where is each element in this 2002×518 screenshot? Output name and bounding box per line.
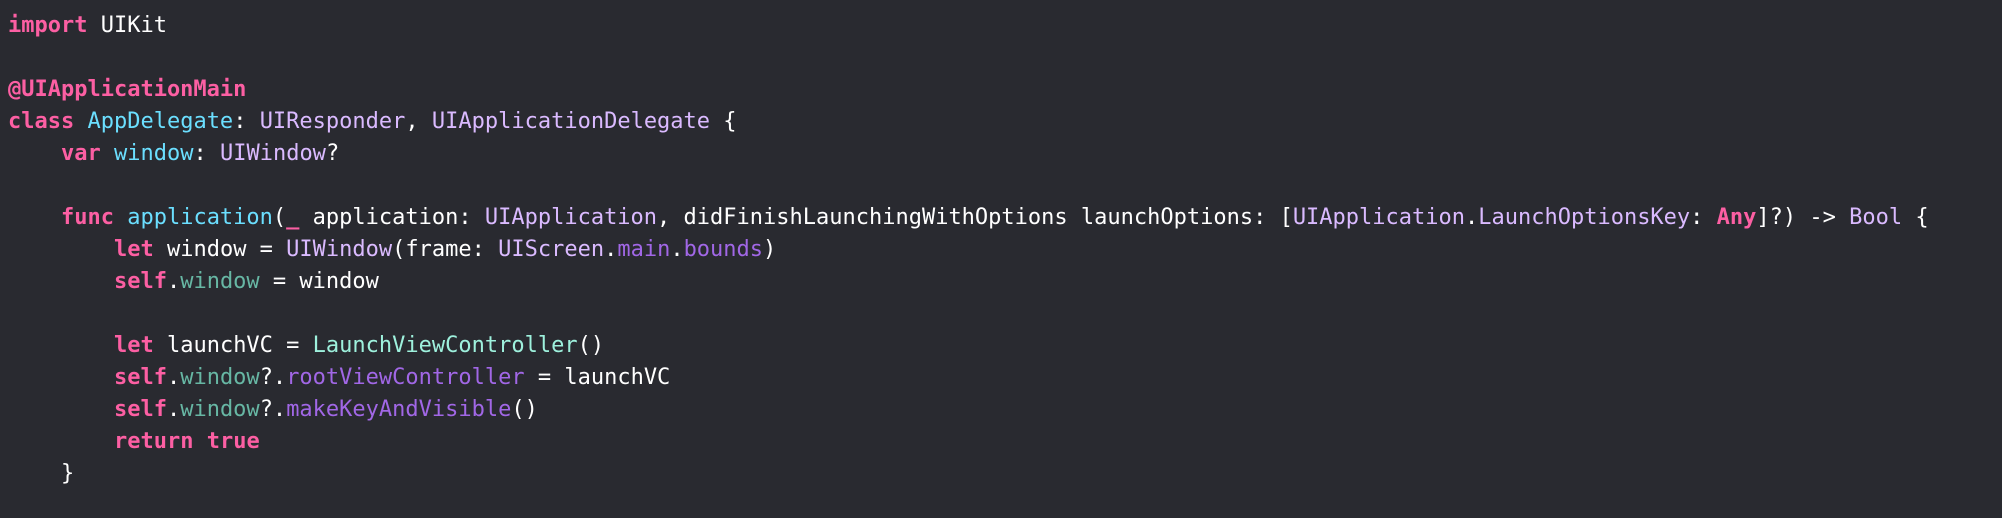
code-token: window bbox=[180, 397, 260, 422]
code-token: launchVC = bbox=[153, 333, 313, 358]
code-token: LaunchViewController bbox=[312, 333, 578, 358]
code-token: Any bbox=[1716, 205, 1757, 230]
code-token: UIApplicationDelegate bbox=[431, 109, 711, 134]
code-token: ) bbox=[763, 237, 777, 262]
code-line[interactable]: self.window?.makeKeyAndVisible() bbox=[8, 394, 2002, 426]
code-line[interactable]: class AppDelegate: UIResponder, UIApplic… bbox=[8, 106, 2002, 138]
code-token: self bbox=[113, 365, 167, 390]
code-token: () bbox=[511, 397, 538, 422]
code-token: () bbox=[577, 333, 605, 358]
code-token: UIApplication bbox=[1292, 205, 1465, 230]
code-token: ?. bbox=[259, 397, 287, 422]
code-token: (frame: bbox=[392, 237, 499, 262]
code-token: LaunchOptionsKey bbox=[1478, 205, 1691, 230]
code-token: func bbox=[60, 205, 114, 230]
code-token: UIScreen bbox=[498, 237, 605, 262]
code-token: UIWindow bbox=[219, 141, 326, 166]
code-token: window bbox=[113, 141, 194, 166]
code-line[interactable]: var window: UIWindow? bbox=[8, 138, 2002, 170]
code-token: window = bbox=[153, 237, 287, 262]
code-line[interactable]: self.window?.rootViewController = launch… bbox=[8, 362, 2002, 394]
code-token: let bbox=[113, 333, 154, 358]
code-token: ( bbox=[272, 205, 287, 230]
code-line[interactable]: let launchVC = LaunchViewController() bbox=[8, 330, 2002, 362]
code-token: class bbox=[8, 109, 75, 134]
code-token: AppDelegate bbox=[87, 109, 234, 134]
code-token: true bbox=[206, 429, 260, 454]
code-token: UIWindow bbox=[286, 237, 393, 262]
code-token: window bbox=[180, 269, 260, 294]
code-line[interactable] bbox=[8, 170, 2002, 202]
code-token: window bbox=[180, 365, 260, 390]
code-token: . bbox=[166, 397, 181, 422]
code-token: , didFinishLaunchingWithOptions launchOp… bbox=[657, 205, 1293, 230]
code-token: self bbox=[113, 397, 167, 422]
code-token: UIResponder bbox=[259, 109, 406, 134]
code-token: Bool bbox=[1849, 205, 1903, 230]
code-token: makeKeyAndVisible bbox=[286, 397, 512, 422]
code-token: main bbox=[617, 237, 671, 262]
code-token: . bbox=[166, 365, 181, 390]
code-token: . bbox=[1465, 205, 1479, 230]
code-line[interactable]: self.window = window bbox=[8, 266, 2002, 298]
code-token: bounds bbox=[683, 237, 764, 262]
code-token: { bbox=[710, 109, 737, 134]
code-token: { bbox=[1902, 205, 1929, 230]
code-token: ? bbox=[325, 141, 340, 166]
code-token: . bbox=[166, 269, 181, 294]
code-token: application bbox=[127, 205, 273, 230]
code-token: UIApplication bbox=[484, 205, 658, 230]
code-line[interactable] bbox=[8, 298, 2002, 330]
code-token: rootViewController bbox=[286, 365, 525, 390]
code-token: : bbox=[193, 141, 220, 166]
code-token: ]?) -> bbox=[1756, 205, 1850, 230]
code-token: @UIApplicationMain bbox=[8, 77, 247, 102]
code-token: self bbox=[113, 269, 167, 294]
code-token: import bbox=[8, 13, 88, 38]
code-token: _ bbox=[286, 205, 300, 230]
code-line[interactable]: func application(_ application: UIApplic… bbox=[8, 202, 2002, 234]
code-line[interactable]: } bbox=[8, 458, 2002, 490]
code-line[interactable]: let window = UIWindow(frame: UIScreen.ma… bbox=[8, 234, 2002, 266]
code-token: , bbox=[405, 109, 432, 134]
code-token: let bbox=[113, 237, 154, 262]
code-token: application: bbox=[299, 205, 485, 230]
code-line[interactable]: import UIKit bbox=[8, 10, 2002, 42]
code-token: . bbox=[670, 237, 684, 262]
code-token: var bbox=[60, 141, 101, 166]
code-token: return bbox=[113, 429, 194, 454]
code-editor[interactable]: import UIKit @UIApplicationMain class AppD… bbox=[0, 0, 2002, 518]
code-token: : bbox=[233, 109, 260, 134]
code-token: = window bbox=[259, 269, 379, 294]
code-token: UIKit bbox=[87, 13, 167, 38]
code-token: } bbox=[8, 461, 75, 486]
code-token: . bbox=[604, 237, 618, 262]
code-line[interactable]: return true bbox=[8, 426, 2002, 458]
code-token: ?. bbox=[259, 365, 287, 390]
code-line[interactable] bbox=[8, 42, 2002, 74]
code-token: : bbox=[1690, 205, 1717, 230]
code-line[interactable]: @UIApplicationMain bbox=[8, 74, 2002, 106]
code-token: = launchVC bbox=[524, 365, 671, 390]
